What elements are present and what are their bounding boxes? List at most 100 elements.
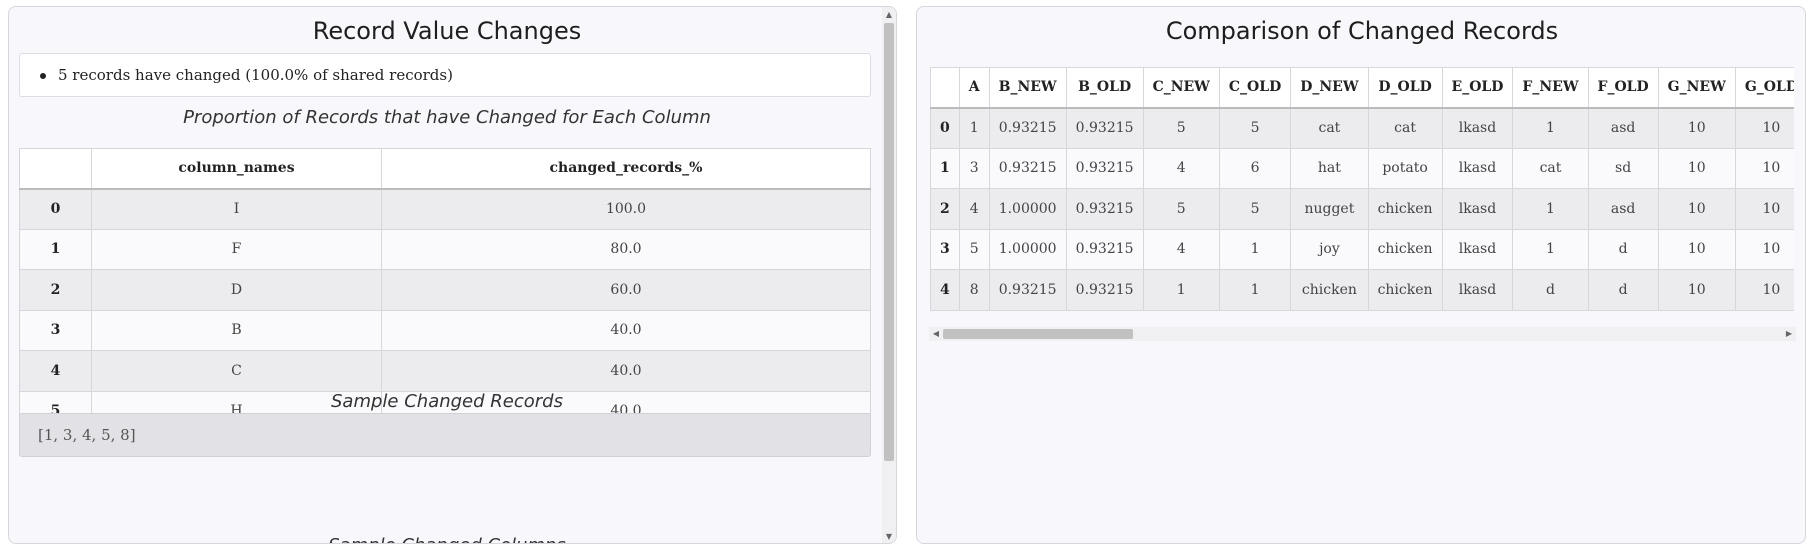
row-index: 3 [930, 228, 960, 270]
table-cell: 1 [1218, 269, 1292, 311]
table-cell: 0.93215 [988, 147, 1067, 189]
table-cell: 5 [1142, 107, 1220, 149]
table-cell: asd [1587, 188, 1659, 230]
table-cell: 1 [1512, 188, 1589, 230]
table-cell: lkasd [1441, 269, 1514, 311]
table-cell: chicken [1290, 269, 1369, 311]
panel-title: Record Value Changes [312, 17, 582, 45]
table-cell: 5 [1218, 188, 1292, 230]
table-row: 0 1 0.93215 0.93215 5 5 cat cat lkasd 1 asd 10 10 [930, 107, 1794, 149]
row-index: 4 [930, 269, 960, 311]
scrollbar-thumb[interactable] [943, 329, 1133, 339]
sample-records-box: [1, 3, 4, 5, 8] [19, 413, 871, 457]
column-header: G_NEW [1657, 67, 1736, 109]
table-cell: 10 [1734, 147, 1794, 189]
row-index: 0 [19, 188, 92, 230]
table-cell: 1 [958, 107, 990, 149]
table-cell: d [1512, 269, 1589, 311]
sample-records-value: [1, 3, 4, 5, 8] [38, 426, 136, 444]
table-cell: 0.93215 [1065, 107, 1144, 149]
summary-text: 5 records have changed (100.0% of shared… [58, 66, 453, 84]
column-name-cell: F [91, 228, 382, 270]
row-index: 2 [19, 269, 92, 311]
table-cell: 10 [1734, 228, 1794, 270]
changed-percent-cell: 60.0 [381, 269, 871, 311]
column-header: C_OLD [1218, 67, 1292, 109]
column-name-cell: C [91, 350, 382, 392]
table-cell: potato [1367, 147, 1443, 189]
comparison-table-viewport[interactable]: A B_NEW B_OLD C_NEW C_OLD D_NEW D_OLD E_OLD F_NE… [930, 67, 1794, 319]
table-cell: 1 [1218, 228, 1292, 270]
table-cell: chicken [1367, 188, 1443, 230]
table-cell: 6 [1218, 147, 1292, 189]
comparison-table: A B_NEW B_OLD C_NEW C_OLD D_NEW D_OLD E_OLD F_NE… [930, 67, 1794, 311]
table-cell: d [1587, 228, 1659, 270]
table-row: 2 D 60.0 [19, 269, 871, 311]
vertical-scrollbar[interactable]: ▲ ▼ [882, 7, 896, 543]
table-cell: 0.93215 [1065, 228, 1144, 270]
bullet-icon [40, 73, 46, 79]
column-header: F_OLD [1587, 67, 1659, 109]
table-row: 1 3 0.93215 0.93215 4 6 hat potato lkasd cat sd 10 1… [930, 147, 1794, 189]
changed-records-header: changed_records_% [381, 148, 871, 190]
table-header-row: A B_NEW B_OLD C_NEW C_OLD D_NEW D_OLD E_OLD F_NE… [930, 67, 1794, 109]
table-row: 3 B 40.0 [19, 309, 871, 351]
table-row: 0 I 100.0 [19, 188, 871, 230]
changed-percent-cell: 80.0 [381, 228, 871, 270]
table-cell: cat [1512, 147, 1589, 189]
table-cell: 10 [1657, 228, 1736, 270]
column-header [930, 67, 960, 109]
scroll-left-icon[interactable]: ◀ [929, 327, 943, 341]
column-name-cell: D [91, 269, 382, 311]
scrollbar-thumb[interactable] [884, 23, 894, 461]
table-cell: 5 [958, 228, 990, 270]
summary-box: 5 records have changed (100.0% of shared… [19, 53, 871, 97]
table-cell: 8 [958, 269, 990, 311]
table-cell: 1 [1512, 228, 1589, 270]
horizontal-scrollbar[interactable]: ◀ ▶ [929, 327, 1796, 341]
scroll-down-icon[interactable]: ▼ [882, 530, 896, 543]
column-header: B_NEW [988, 67, 1067, 109]
column-header: D_OLD [1367, 67, 1443, 109]
column-name-cell: I [91, 188, 382, 230]
table-cell: 0.93215 [988, 269, 1067, 311]
column-header: F_NEW [1512, 67, 1589, 109]
table-cell: 1.00000 [988, 188, 1067, 230]
row-index: 3 [19, 309, 92, 351]
panel-title: Comparison of Changed Records [1165, 17, 1559, 45]
table-cell: 4 [1142, 228, 1220, 270]
scroll-up-icon[interactable]: ▲ [882, 8, 896, 22]
table-cell: lkasd [1441, 107, 1514, 149]
row-index: 1 [930, 147, 960, 189]
column-header: G_OLD [1734, 67, 1794, 109]
table-cell: cat [1367, 107, 1443, 149]
table-row: 4 8 0.93215 0.93215 1 1 chicken chicken lkasd d d 1… [930, 269, 1794, 311]
column-header: D_NEW [1290, 67, 1369, 109]
table-cell: 0.93215 [1065, 269, 1144, 311]
proportion-title: Proportion of Records that have Changed … [183, 107, 711, 128]
scroll-right-icon[interactable]: ▶ [1782, 327, 1796, 341]
table-cell: 5 [1142, 188, 1220, 230]
table-cell: 1 [1142, 269, 1220, 311]
changed-percent-cell: 40.0 [381, 350, 871, 392]
table-cell: cat [1290, 107, 1369, 149]
table-cell: 5 [1218, 107, 1292, 149]
table-cell: hat [1290, 147, 1369, 189]
table-cell: 10 [1657, 188, 1736, 230]
column-name-cell: B [91, 309, 382, 351]
table-cell: 10 [1734, 188, 1794, 230]
changed-percent-cell: 40.0 [381, 309, 871, 351]
table-cell: 4 [958, 188, 990, 230]
column-header: A [958, 67, 990, 109]
table-cell: 3 [958, 147, 990, 189]
index-header [19, 148, 92, 190]
table-cell: nugget [1290, 188, 1369, 230]
table-cell: 0.93215 [1065, 147, 1144, 189]
table-cell: 10 [1657, 107, 1736, 149]
table-cell: 10 [1734, 107, 1794, 149]
table-row: 1 F 80.0 [19, 228, 871, 270]
table-row: 4 C 40.0 [19, 350, 871, 392]
table-cell: chicken [1367, 228, 1443, 270]
table-cell: lkasd [1441, 147, 1514, 189]
table-cell: 0.93215 [988, 107, 1067, 149]
